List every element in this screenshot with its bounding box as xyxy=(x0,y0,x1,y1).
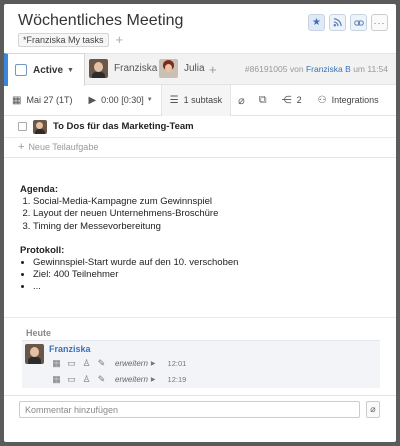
task-id: #86191005 xyxy=(244,64,288,74)
user-icon: ♙ xyxy=(82,358,91,368)
subtask-title[interactable]: To Dos für das Marketing-Team xyxy=(53,121,194,132)
paperclip-icon: ⌀ xyxy=(238,94,245,107)
activity-line: ▦ ▭ ♙ ✎ erweitern ▶ 12:01 xyxy=(49,358,186,369)
protocol-list: Gewinnspiel-Start wurde auf den 10. vers… xyxy=(20,257,380,294)
list-icon: ☰ xyxy=(169,94,179,106)
status-label: Active xyxy=(33,64,64,76)
agenda-heading: Agenda: xyxy=(20,184,58,195)
rss-button[interactable] xyxy=(329,14,346,31)
task-panel: Wöchentliches Meeting *Franziska My task… xyxy=(4,4,396,442)
avatar xyxy=(159,59,178,78)
expand-link[interactable]: erweitern xyxy=(115,359,148,368)
subtask-checkbox[interactable] xyxy=(18,122,27,131)
activity-entry: Franziska ▦ ▭ ♙ ✎ erweitern ▶ 12:01 ▦ ▭ … xyxy=(22,340,380,388)
list-item: Ziel: 400 Teilnehmer xyxy=(33,269,380,281)
dependency-icon: ⧉ xyxy=(258,93,267,106)
attachment-button[interactable]: ⌀ xyxy=(231,85,252,116)
calendar-icon: ▦ xyxy=(12,94,22,106)
activity-line: ▦ ▭ ♙ ✎ erweitern ▶ 12:19 xyxy=(49,374,186,385)
assignee-name: Julia xyxy=(184,63,205,74)
add-tag-button[interactable]: + xyxy=(116,33,124,46)
share-icon: ⋲ xyxy=(281,94,292,106)
expand-link[interactable]: erweitern xyxy=(115,375,148,384)
subtask-button[interactable]: ☰ 1 subtask xyxy=(160,84,232,116)
date-label: Mai 27 (1T) xyxy=(26,95,73,105)
date-button[interactable]: ▦ Mai 27 (1T) xyxy=(4,85,80,116)
divider xyxy=(4,317,396,318)
task-toolbar: ▦ Mai 27 (1T) ▶ 0:00 [0:30] ▼ ☰ 1 subtas… xyxy=(4,84,396,116)
share-button[interactable]: ⋲ 2 xyxy=(274,85,310,116)
list-item: Timing der Messevorbereitung xyxy=(33,221,380,233)
share-count: 2 xyxy=(296,95,302,105)
timer-label: 0:00 [0:30] xyxy=(101,95,144,105)
chevron-right-icon: ▶ xyxy=(150,361,156,367)
subtask-label: 1 subtask xyxy=(183,95,223,105)
activity-time: 12:19 xyxy=(167,375,187,384)
plus-icon: + xyxy=(18,141,25,153)
add-assignee-button[interactable]: + xyxy=(209,62,217,77)
list-item: ... xyxy=(33,281,380,293)
avatar xyxy=(25,344,44,364)
paperclip-icon: ⌀ xyxy=(370,404,376,414)
star-icon: ★ xyxy=(312,17,321,28)
folder-icon: ▭ xyxy=(67,358,76,368)
assignee-franziska[interactable]: Franziska xyxy=(89,59,157,78)
dependency-button[interactable]: ⧉ xyxy=(252,85,274,116)
task-meta: #86191005 von Franziska B um 11:54 xyxy=(245,64,388,74)
meta-by: von xyxy=(289,64,304,74)
integrations-label: Integrations xyxy=(331,95,379,105)
chevron-right-icon: ▶ xyxy=(150,377,156,383)
new-subtask-label: Neue Teilaufgabe xyxy=(28,142,99,152)
pencil-icon: ✎ xyxy=(97,358,106,368)
status-checkbox[interactable] xyxy=(15,64,27,76)
play-icon: ▶ xyxy=(88,94,97,106)
assignee-julia[interactable]: Julia xyxy=(159,59,205,78)
integrations-button[interactable]: ⚇ Integrations xyxy=(310,85,387,116)
created-time: um 11:54 xyxy=(353,64,388,74)
tag-row: *Franziska My tasks + xyxy=(18,33,123,47)
assignee-name: Franziska xyxy=(114,63,158,74)
star-button[interactable]: ★ xyxy=(308,14,325,31)
integrations-icon: ⚇ xyxy=(317,94,327,106)
subtask-row[interactable]: To Dos für das Marketing-Team xyxy=(4,116,396,138)
list-item: Social-Media-Kampagne zum Gewinnspiel xyxy=(33,196,380,208)
activity-user[interactable]: Franziska xyxy=(49,344,91,354)
folder-icon: ▭ xyxy=(67,374,76,384)
rss-icon xyxy=(333,18,342,27)
calendar-icon: ▦ xyxy=(52,374,61,384)
timer-button[interactable]: ▶ 0:00 [0:30] ▼ xyxy=(80,85,160,116)
task-title[interactable]: Wöchentliches Meeting xyxy=(18,12,183,30)
header-actions: ★ ··· xyxy=(304,14,388,31)
link-button[interactable] xyxy=(350,14,367,31)
attach-comment-button[interactable]: ⌀ xyxy=(366,401,380,418)
divider xyxy=(4,395,396,396)
folder-tag[interactable]: *Franziska My tasks xyxy=(18,33,109,47)
pencil-icon: ✎ xyxy=(97,374,106,384)
more-icon: ··· xyxy=(373,17,386,28)
protocol-heading: Protokoll: xyxy=(20,244,65,256)
divider xyxy=(4,157,396,158)
status-row: Active ▼ Franziska Julia + #86191005 von… xyxy=(4,53,396,86)
more-button[interactable]: ··· xyxy=(371,14,388,31)
author-link[interactable]: Franziska B xyxy=(306,64,351,74)
avatar xyxy=(89,59,108,78)
activity-day-label: Heute xyxy=(26,328,52,338)
comment-input[interactable] xyxy=(19,401,360,418)
activity-time: 12:01 xyxy=(167,359,187,368)
status-dropdown[interactable]: Active ▼ xyxy=(4,53,85,86)
list-item: Gewinnspiel-Start wurde auf den 10. vers… xyxy=(33,257,380,269)
list-item: Layout der neuen Unternehmens-Broschüre xyxy=(33,208,380,220)
task-description[interactable]: Agenda: Social-Media-Kampagne zum Gewinn… xyxy=(20,184,380,294)
chevron-down-icon: ▼ xyxy=(146,97,153,103)
agenda-list: Social-Media-Kampagne zum Gewinnspiel La… xyxy=(20,196,380,233)
link-icon xyxy=(353,19,364,26)
new-subtask-button[interactable]: + Neue Teilaufgabe xyxy=(18,141,98,153)
avatar xyxy=(33,119,47,134)
user-icon: ♙ xyxy=(82,374,91,384)
chevron-down-icon: ▼ xyxy=(67,66,74,74)
calendar-icon: ▦ xyxy=(52,358,61,368)
